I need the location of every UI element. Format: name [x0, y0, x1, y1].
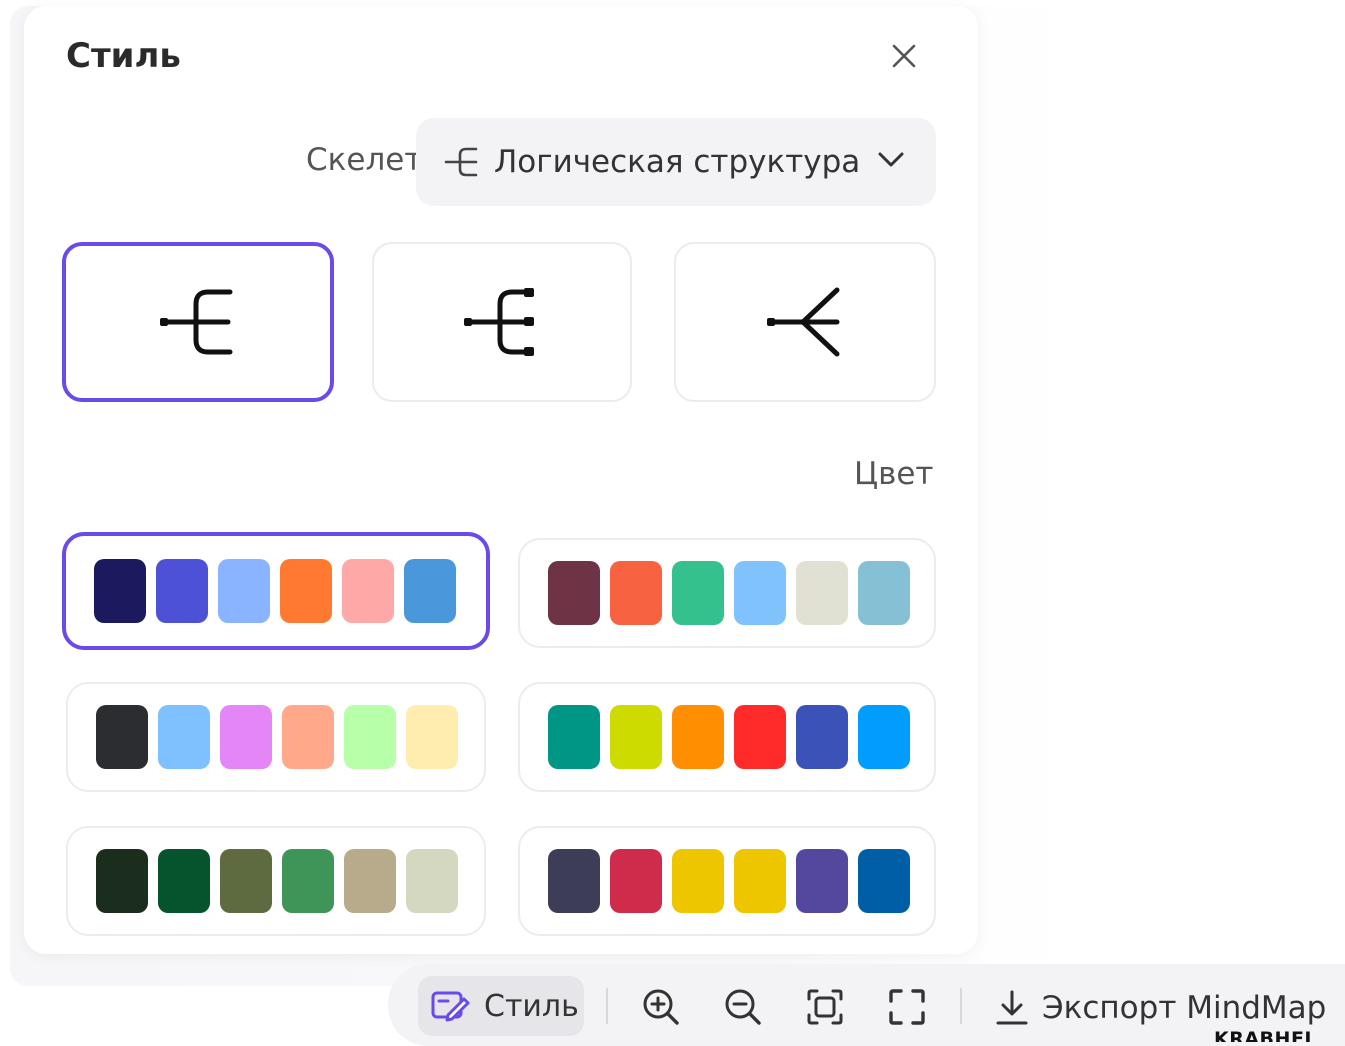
palette-option-2[interactable]	[518, 538, 936, 648]
style-panel: Стиль Скелет Логическая структура Цвет	[24, 6, 978, 954]
color-swatch	[158, 705, 210, 769]
fan-structure-icon	[767, 287, 840, 357]
close-icon	[892, 44, 916, 68]
zoom-out-icon	[725, 989, 761, 1025]
toolbar-separator	[606, 988, 608, 1024]
color-swatch	[156, 559, 208, 623]
color-swatch	[672, 561, 724, 625]
color-swatch	[94, 559, 146, 623]
color-swatch	[796, 561, 848, 625]
color-swatch	[548, 561, 600, 625]
color-swatch	[734, 705, 786, 769]
zoom-in-button[interactable]	[636, 982, 686, 1032]
export-mindmap-label: Экспорт MindMap	[1042, 990, 1327, 1026]
color-swatch	[96, 849, 148, 913]
fullscreen-icon	[889, 989, 925, 1025]
color-swatch	[342, 559, 394, 623]
watermark-text: KRABHEL	[1214, 1028, 1318, 1042]
color-swatch	[404, 559, 456, 623]
zoom-in-icon	[643, 989, 679, 1025]
layout-option-logic-dots[interactable]	[372, 242, 632, 402]
color-swatch	[858, 705, 910, 769]
color-swatch	[220, 849, 272, 913]
color-swatch	[548, 849, 600, 913]
color-swatch	[344, 849, 396, 913]
skeleton-value: Логическая структура	[494, 144, 861, 180]
layout-option-logic[interactable]	[62, 242, 334, 402]
chevron-down-icon	[878, 152, 904, 167]
zoom-out-button[interactable]	[718, 982, 768, 1032]
color-swatch	[220, 705, 272, 769]
color-swatch	[610, 561, 662, 625]
palette-option-1[interactable]	[62, 532, 490, 650]
color-swatch	[858, 561, 910, 625]
palette-option-5[interactable]	[66, 826, 486, 936]
logic-structure-dots-icon	[464, 288, 534, 356]
fit-screen-icon	[807, 989, 843, 1025]
color-swatch	[158, 849, 210, 913]
palette-option-6[interactable]	[518, 826, 936, 936]
close-button[interactable]	[880, 32, 928, 80]
layout-option-fan[interactable]	[674, 242, 936, 402]
palette-option-4[interactable]	[518, 682, 936, 792]
color-swatch	[280, 559, 332, 623]
fullscreen-button[interactable]	[882, 982, 932, 1032]
logic-structure-icon	[160, 289, 233, 355]
panel-title: Стиль	[66, 36, 181, 76]
color-swatch	[858, 849, 910, 913]
color-swatch	[282, 705, 334, 769]
fit-screen-button[interactable]	[800, 982, 850, 1032]
color-swatch	[548, 705, 600, 769]
color-swatch	[672, 705, 724, 769]
color-swatch	[610, 705, 662, 769]
color-swatch	[96, 705, 148, 769]
logic-structure-icon	[444, 147, 478, 177]
color-swatch	[734, 561, 786, 625]
color-swatch	[796, 705, 848, 769]
color-swatch	[734, 849, 786, 913]
skeleton-select[interactable]: Логическая структура	[416, 118, 936, 206]
color-swatch	[406, 705, 458, 769]
skeleton-label: Скелет	[306, 142, 423, 178]
toolbar-style-button[interactable]: Стиль	[418, 976, 584, 1036]
color-swatch	[344, 705, 396, 769]
color-swatch	[796, 849, 848, 913]
download-icon	[996, 990, 1028, 1025]
style-edit-icon	[431, 991, 470, 1022]
color-label: Цвет	[854, 456, 934, 492]
color-swatch	[610, 849, 662, 913]
color-swatch	[282, 849, 334, 913]
color-swatch	[406, 849, 458, 913]
toolbar-style-label: Стиль	[484, 988, 579, 1024]
palette-option-3[interactable]	[66, 682, 486, 792]
toolbar-separator	[960, 988, 962, 1024]
color-swatch	[672, 849, 724, 913]
color-swatch	[218, 559, 270, 623]
